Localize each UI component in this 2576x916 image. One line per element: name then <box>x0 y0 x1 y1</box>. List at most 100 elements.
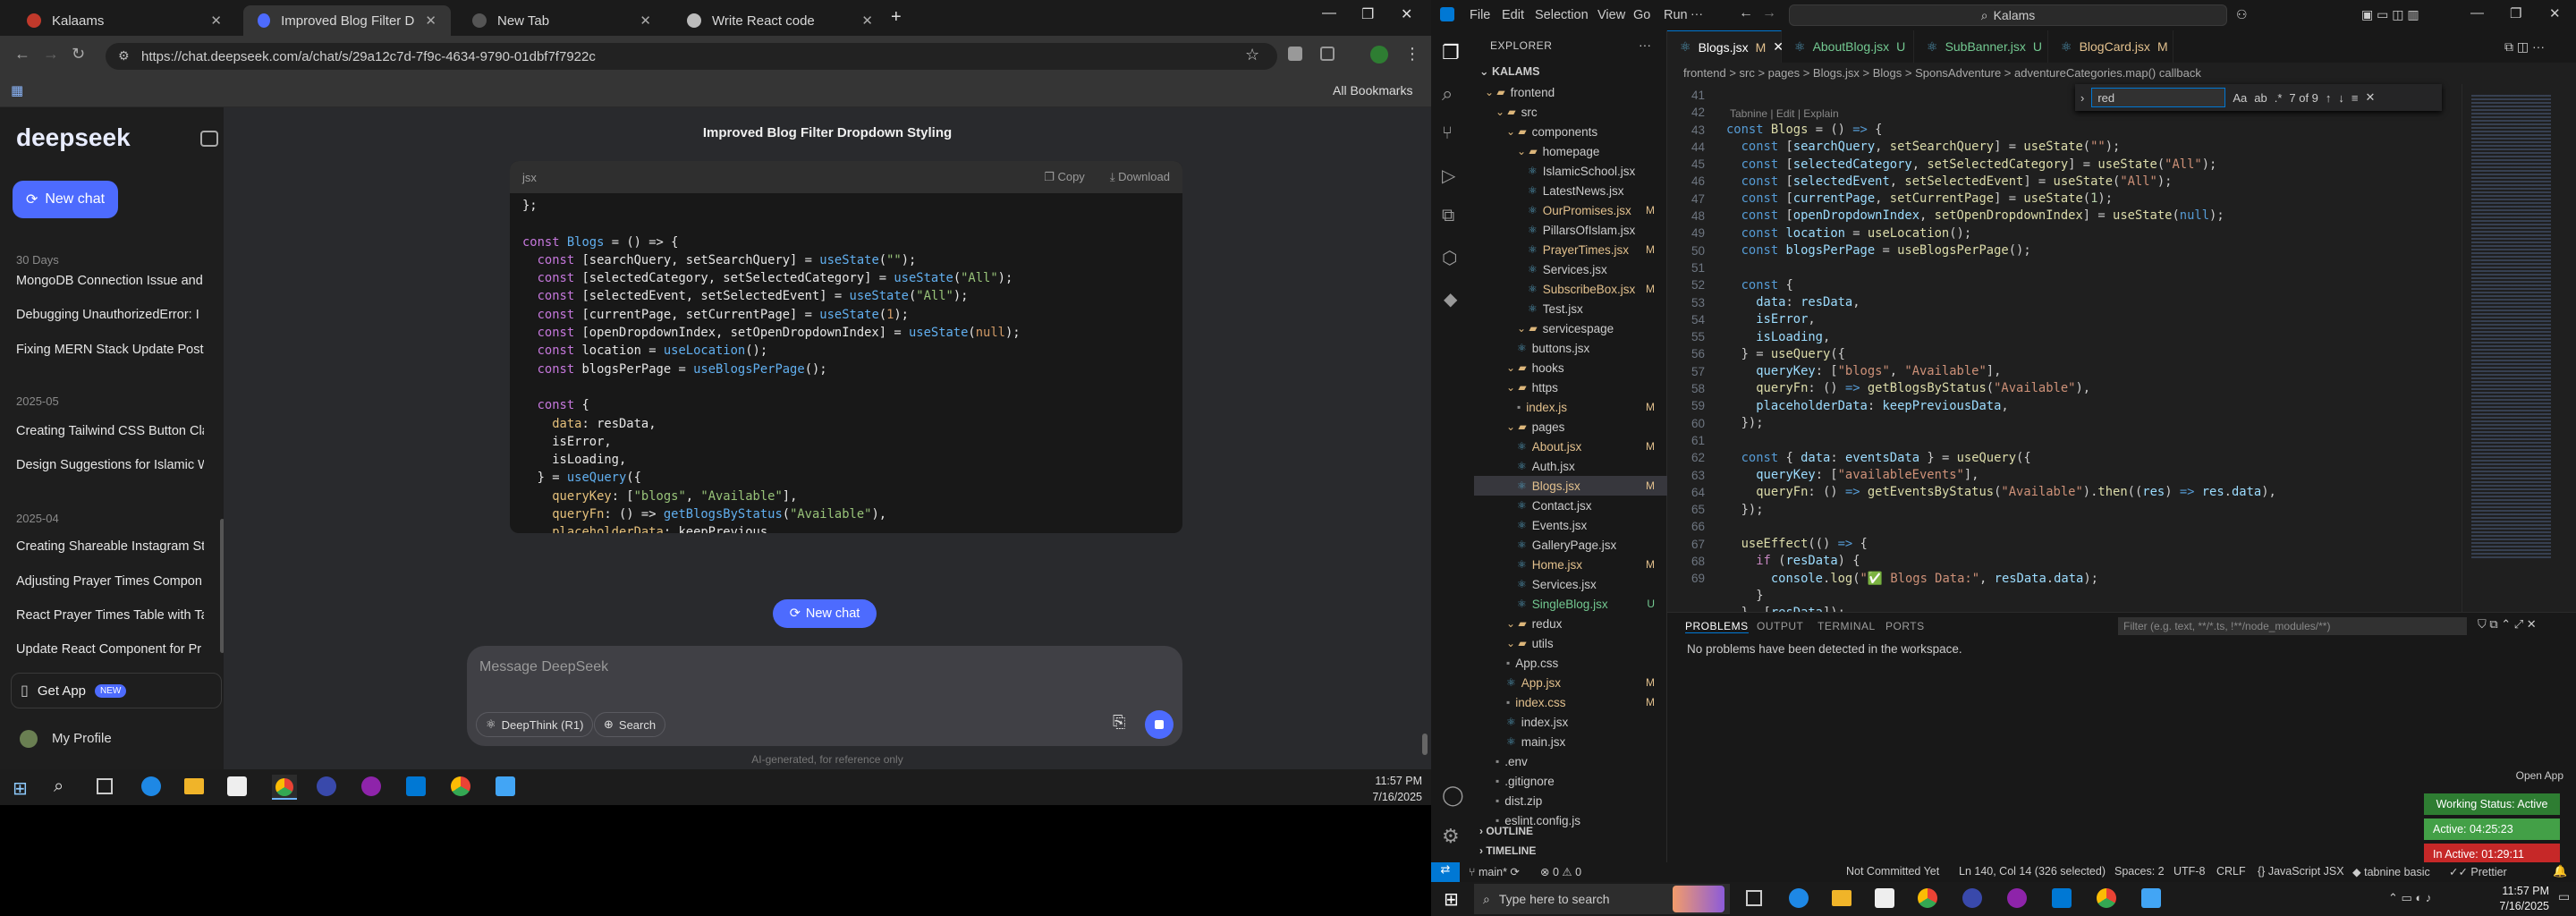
app-icon[interactable] <box>1962 888 1982 908</box>
tree-file[interactable]: ⚛ Services.jsx <box>1474 259 1667 279</box>
tree-file[interactable]: ⚛ buttons.jsx <box>1474 338 1667 358</box>
menu-run[interactable]: Run <box>1664 8 1688 22</box>
github-icon[interactable] <box>2007 888 2027 908</box>
tabnine-icon[interactable]: ◆ <box>1444 288 1457 310</box>
menu-file[interactable]: File <box>1470 8 1490 22</box>
tree-file[interactable]: ▪ index.js M <box>1474 397 1667 417</box>
copy-button[interactable]: ❐ Copy <box>1044 170 1085 184</box>
search-toggle[interactable]: ⊕ Search <box>594 712 666 737</box>
tree-file[interactable]: ⚛ LatestNews.jsx <box>1474 181 1667 200</box>
editor-scrollbar[interactable] <box>2562 84 2574 612</box>
extensions-puzzle-icon[interactable] <box>1320 47 1335 61</box>
store-icon[interactable] <box>1875 888 1894 908</box>
encoding[interactable]: UTF-8 <box>2174 865 2205 878</box>
problems-indicator[interactable]: ⊗ 0 ⚠ 0 <box>1540 865 1581 878</box>
tree-file[interactable]: ⚛ Events.jsx <box>1474 515 1667 535</box>
tabnine-status[interactable]: ◆ tabnine basic <box>2352 865 2430 878</box>
search-icon[interactable]: ⌕ <box>1442 82 1453 106</box>
task-view-icon[interactable] <box>97 778 113 794</box>
tree-file[interactable]: ▪ .env <box>1474 751 1667 771</box>
windows-start-icon[interactable]: ⊞ <box>1444 888 1459 911</box>
cursor-position[interactable]: Ln 140, Col 14 (326 selected) <box>1959 865 2106 878</box>
tree-folder[interactable]: ⌄ ▰ utils <box>1474 633 1667 653</box>
tree-file[interactable]: ⚛ index.jsx <box>1474 712 1667 732</box>
tree-folder[interactable]: ⌄ ▰ pages <box>1474 417 1667 437</box>
timeline-section[interactable]: › TIMELINE <box>1479 844 1536 857</box>
panel-actions[interactable]: ⛉ ⧉ ⌃ ⤢ ✕ <box>2478 617 2537 632</box>
tab-blogs-jsx[interactable]: ⚛ Blogs.jsx M ✕ <box>1667 30 1784 63</box>
clock[interactable]: 11:57 PM 7/16/2025 <box>2478 884 2549 914</box>
panel-tab-output[interactable]: OUTPUT <box>1757 620 1803 632</box>
tree-file[interactable]: ⚛ PillarsOfIslam.jsx <box>1474 220 1667 240</box>
manage-gear-icon[interactable]: ⚙ <box>1442 825 1460 848</box>
panel-tab-problems[interactable]: PROBLEMS <box>1685 620 1749 633</box>
remote-icon[interactable]: ⬡ <box>1442 247 1457 269</box>
whole-word-icon[interactable]: ab <box>2254 91 2267 105</box>
forward-icon[interactable]: → <box>1762 5 1776 21</box>
match-case-icon[interactable]: Aa <box>2233 91 2247 105</box>
menu-selection[interactable]: Selection <box>1535 8 1589 22</box>
chrome-icon[interactable] <box>1918 888 1937 908</box>
tab-new-tab[interactable]: New Tab ✕ <box>458 5 665 36</box>
edge-icon[interactable] <box>1789 888 1809 908</box>
windows-start-icon[interactable]: ⊞ <box>13 777 28 800</box>
next-match-icon[interactable]: ↓ <box>2338 91 2344 105</box>
notifications-icon[interactable]: 🔔 <box>2553 864 2567 878</box>
vscode-icon[interactable] <box>406 776 426 796</box>
tree-file[interactable]: ⚛ Services.jsx <box>1474 574 1667 594</box>
new-chat-button[interactable]: ⟳ New chat <box>13 181 118 218</box>
my-profile-link[interactable]: My Profile <box>52 731 112 746</box>
minimap[interactable] <box>2462 84 2560 612</box>
tree-folder[interactable]: ⌄ ▰ hooks <box>1474 358 1667 377</box>
editor-actions[interactable]: ⧉ ◫ ··· <box>2504 39 2545 55</box>
history-item[interactable]: Fixing MERN Stack Update Post I <box>16 343 204 357</box>
tab-aboutblog-jsx[interactable]: ⚛ AboutBlog.jsx U <box>1782 30 1914 63</box>
run-debug-icon[interactable]: ▷ <box>1442 165 1455 187</box>
source-control-icon[interactable]: ⑂ <box>1442 123 1453 144</box>
copilot-icon[interactable]: ⚇ <box>2236 7 2248 22</box>
tab-blogcard-jsx[interactable]: ⚛ BlogCard.jsx M <box>2048 30 2174 63</box>
maximize-button[interactable]: ❐ <box>2510 5 2521 21</box>
collapse-sidebar-icon[interactable] <box>200 131 218 147</box>
extension-icon[interactable] <box>1288 47 1302 61</box>
tree-folder[interactable]: ⌄ ▰ components <box>1474 122 1667 141</box>
notification-center-icon[interactable]: ▭ <box>2558 889 2570 904</box>
chrome-taskbar-item[interactable] <box>272 775 297 800</box>
tree-file[interactable]: ⚛ IslamicSchool.jsx <box>1474 161 1667 181</box>
history-item[interactable]: Adjusting Prayer Times Compon <box>16 574 204 589</box>
tree-folder[interactable]: ⌄ ▰ frontend <box>1474 82 1667 102</box>
chrome-icon[interactable] <box>2097 888 2116 908</box>
url-bar[interactable]: https://chat.deepseek.com/a/chat/s/29a12… <box>106 43 1277 70</box>
language-mode[interactable]: {} JavaScript JSX <box>2258 865 2344 878</box>
download-button[interactable]: ⤓ Download <box>1110 170 1170 184</box>
history-item[interactable]: Debugging UnauthorizedError: I <box>16 308 204 322</box>
github-icon[interactable] <box>361 776 381 796</box>
minimize-button[interactable]: — <box>2470 5 2484 21</box>
panel-tab-ports[interactable]: PORTS <box>1885 620 1925 632</box>
profile-avatar[interactable] <box>1370 46 1388 64</box>
line-ending[interactable]: CRLF <box>2216 865 2246 878</box>
message-input[interactable]: Message DeepSeek <box>479 659 608 675</box>
file-explorer-icon[interactable] <box>1832 890 1852 906</box>
task-view-icon[interactable] <box>1746 890 1762 906</box>
minimize-button[interactable]: — <box>1322 5 1336 21</box>
menu-view[interactable]: View <box>1597 8 1625 22</box>
tree-folder[interactable]: ⌄ ▰ https <box>1474 377 1667 397</box>
vscode-icon[interactable] <box>2052 888 2072 908</box>
code-editor[interactable]: const Blogs = () => { const [searchQuery… <box>1726 122 2460 623</box>
deepthink-toggle[interactable]: ⚛ DeepThink (R1) <box>476 712 594 737</box>
tree-folder[interactable]: ⌄ ▰ homepage <box>1474 141 1667 161</box>
tree-folder[interactable]: ⌄ ▰ servicespage <box>1474 318 1667 338</box>
close-window-button[interactable]: ✕ <box>2549 5 2561 21</box>
all-bookmarks-button[interactable]: All Bookmarks <box>1333 83 1412 98</box>
layout-icons[interactable]: ▣ ▭ ◫ ▥ <box>2361 7 2419 22</box>
tab-write-react-code[interactable]: Write React code ✕ <box>673 5 887 36</box>
tree-file[interactable]: ⚛ Test.jsx <box>1474 299 1667 318</box>
outline-section[interactable]: › OUTLINE <box>1479 825 1533 837</box>
new-chat-floating-button[interactable]: ⟳ New chat <box>773 599 877 628</box>
explorer-icon[interactable]: ❐ <box>1442 41 1460 64</box>
chrome-menu-icon[interactable]: ⋮ <box>1404 45 1420 64</box>
bookmark-star-icon[interactable]: ☆ <box>1245 46 1259 64</box>
chat-scrollbar[interactable] <box>1422 734 1428 755</box>
store-icon[interactable] <box>227 776 247 796</box>
